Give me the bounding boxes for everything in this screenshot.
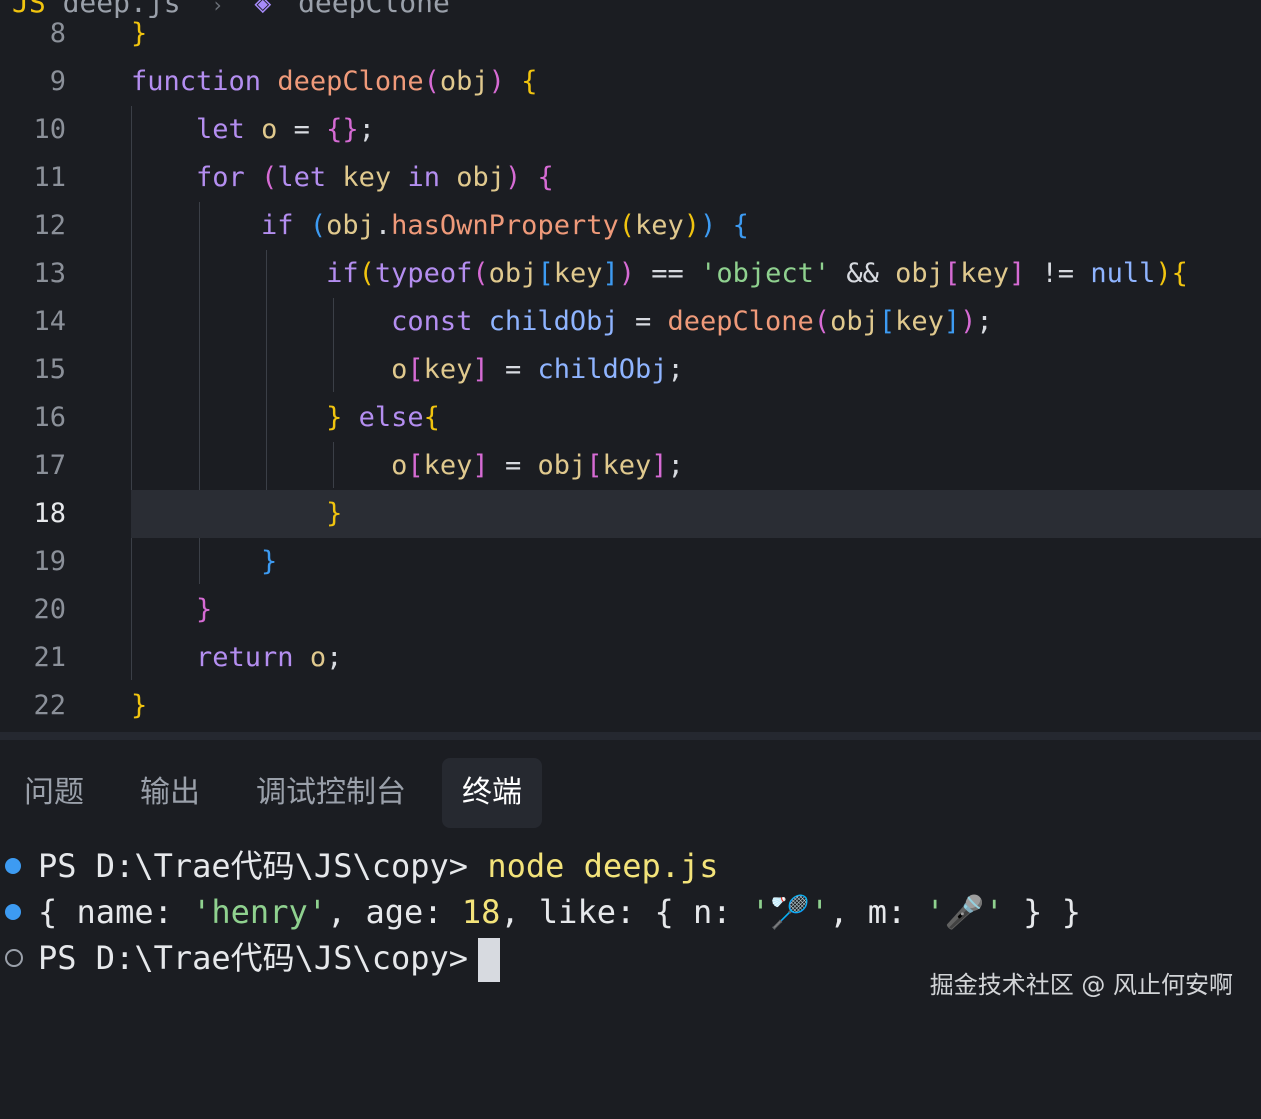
- code-editor[interactable]: JS deep.js › ◈ deepClone 8 } 9 function …: [0, 0, 1261, 732]
- code-line[interactable]: 22 }: [0, 682, 1261, 730]
- line-number: 16: [33, 402, 66, 433]
- line-code: if(typeof(obj[key]) == 'object' && obj[k…: [326, 258, 1188, 289]
- command-success-dot-icon[interactable]: [5, 858, 21, 874]
- line-number: 12: [33, 210, 66, 241]
- line-number: 13: [33, 258, 66, 289]
- line-number: 11: [33, 162, 66, 193]
- line-code: }: [196, 594, 213, 625]
- line-number: 18: [33, 498, 66, 529]
- terminal-command: node deep.js: [487, 847, 719, 885]
- panel-divider[interactable]: [0, 732, 1261, 740]
- line-code: return o;: [196, 642, 343, 673]
- line-number: 8: [49, 18, 66, 49]
- tab-debug-console[interactable]: 调试控制台: [236, 758, 426, 828]
- line-code: let o = {};: [196, 114, 375, 145]
- code-line[interactable]: 17 o[key] = obj[key];: [0, 442, 1261, 490]
- bottom-panel: 问题 输出 调试控制台 终端 PS D:\Trae代码\JS\copy> nod…: [0, 740, 1261, 1024]
- tab-problems[interactable]: 问题: [4, 758, 104, 828]
- line-number: 20: [33, 594, 66, 625]
- tab-output[interactable]: 输出: [120, 758, 220, 828]
- line-number: 22: [33, 690, 66, 721]
- code-line[interactable]: 16 } else{: [0, 394, 1261, 442]
- code-line[interactable]: 13 if(typeof(obj[key]) == 'object' && ob…: [0, 250, 1261, 298]
- terminal-cursor: [478, 938, 501, 982]
- line-number: 17: [33, 450, 66, 481]
- line-code: if (obj.hasOwnProperty(key)) {: [261, 210, 749, 241]
- terminal-prompt: PS D:\Trae代码\JS\copy>: [38, 847, 469, 885]
- watermark: 掘金技术社区 @ 风止何安啊: [929, 971, 1233, 999]
- badminton-emoji-string: '🏸': [750, 893, 830, 931]
- line-code: function deepClone(obj) {: [131, 66, 538, 97]
- line-code: for (let key in obj) {: [196, 162, 554, 193]
- line-number: 10: [33, 114, 66, 145]
- line-number: 19: [33, 546, 66, 577]
- terminal-line: PS D:\Trae代码\JS\copy>: [0, 935, 501, 982]
- line-code: }: [326, 498, 343, 529]
- code-line[interactable]: 9 function deepClone(obj) {: [0, 58, 1261, 106]
- line-code: }: [131, 18, 148, 49]
- line-number: 15: [33, 354, 66, 385]
- line-code: }: [131, 690, 148, 721]
- code-line[interactable]: 8 }: [0, 10, 1261, 58]
- microphone-emoji-string: '🎤': [925, 893, 1004, 931]
- idle-dot-icon[interactable]: [5, 949, 23, 967]
- code-line[interactable]: 21 return o;: [0, 634, 1261, 682]
- terminal-line: PS D:\Trae代码\JS\copy> node deep.js: [0, 843, 719, 889]
- line-number: 14: [33, 306, 66, 337]
- line-code: } else{: [326, 402, 440, 433]
- line-number: 21: [33, 642, 66, 673]
- code-line[interactable]: 10 let o = {};: [0, 106, 1261, 154]
- code-line[interactable]: 20 }: [0, 586, 1261, 634]
- line-code: o[key] = obj[key];: [391, 450, 684, 481]
- line-number: 9: [49, 66, 66, 97]
- tab-terminal[interactable]: 终端: [442, 758, 542, 828]
- output-dot-icon[interactable]: [5, 904, 21, 920]
- terminal-output-line: { name: 'henry', age: 18, like: { n: '🏸'…: [0, 889, 1081, 935]
- code-line[interactable]: 15 o[key] = childObj;: [0, 346, 1261, 394]
- code-line[interactable]: 19 }: [0, 538, 1261, 586]
- code-line-current[interactable]: 18 }: [0, 490, 1261, 538]
- line-code: o[key] = childObj;: [391, 354, 684, 385]
- code-line[interactable]: 11 for (let key in obj) {: [0, 154, 1261, 202]
- terminal-prompt: PS D:\Trae代码\JS\copy>: [38, 939, 469, 977]
- code-line[interactable]: 12 if (obj.hasOwnProperty(key)) {: [0, 202, 1261, 250]
- line-code: }: [261, 546, 278, 577]
- code-line[interactable]: 14 const childObj = deepClone(obj[key]);: [0, 298, 1261, 346]
- line-code: const childObj = deepClone(obj[key]);: [391, 306, 993, 337]
